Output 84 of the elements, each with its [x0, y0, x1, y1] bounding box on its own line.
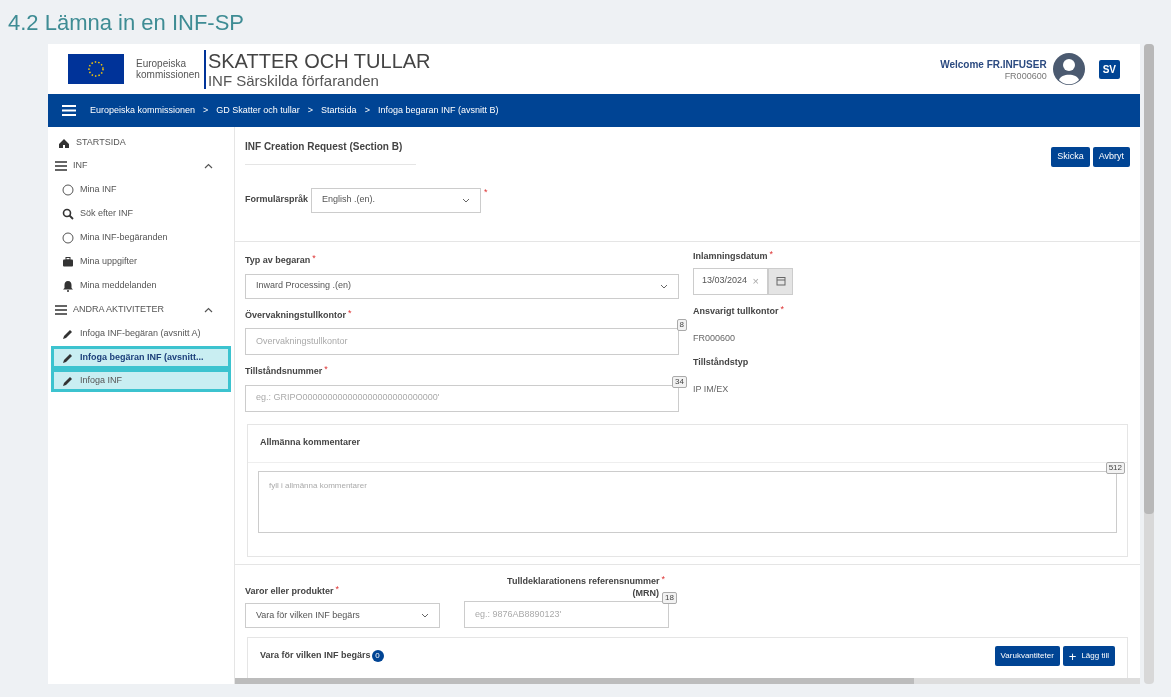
sidebar-item[interactable]: Sök efter INF — [54, 205, 228, 222]
breadcrumb-link[interactable]: Infoga begaran INF (avsnitt B) — [377, 103, 499, 118]
action-button[interactable]: + Lägg till — [1062, 646, 1115, 666]
card-title: Vara för vilken INF begärs — [260, 649, 371, 662]
sidebar-item[interactable]: Mina meddelanden — [54, 277, 228, 294]
character-counter: 34 — [672, 375, 687, 388]
menu-icon — [55, 303, 67, 316]
chevron-icon — [660, 283, 668, 289]
dropdown[interactable]: Vara för vilken INF begärs — [245, 603, 440, 628]
field-label: Övervakningstullkontor — [245, 308, 347, 322]
search-icon — [62, 207, 74, 220]
character-counter: 512 — [1105, 461, 1125, 474]
date-field[interactable]: 13/03/2024 × — [693, 267, 768, 295]
field-label: Typ av begaran — [245, 254, 311, 267]
field-value: FR000600 — [693, 332, 737, 345]
menu-icon — [55, 159, 67, 172]
action-button[interactable]: Varukvantiteter — [994, 646, 1060, 666]
scrollbar-thumb[interactable] — [1144, 44, 1154, 514]
required-mark: * — [348, 308, 352, 318]
breadcrumb-separator: > — [364, 103, 370, 117]
sidebar-item[interactable]: Mina INF-begäranden — [54, 229, 228, 246]
field-label: (MRN) — [632, 588, 659, 598]
required-mark: * — [769, 250, 774, 259]
action-button[interactable]: Skicka — [1051, 147, 1090, 167]
logo-text: Europeiska — [136, 58, 187, 69]
field-label: Tillståndstyp — [693, 355, 749, 369]
required-mark: * — [780, 304, 785, 314]
avatar-icon[interactable] — [1052, 53, 1085, 85]
circle-icon — [62, 183, 74, 196]
required-mark: * — [335, 584, 340, 594]
required-mark: * — [312, 254, 316, 263]
chevron-icon — [421, 613, 429, 618]
pencil-icon — [62, 327, 74, 340]
circle-icon — [62, 231, 74, 244]
required-mark: * — [484, 186, 488, 199]
bell-icon — [62, 279, 74, 292]
calendar-icon — [775, 276, 786, 286]
field-label: Formulärspråk — [245, 193, 309, 207]
breadcrumb-separator: > — [307, 103, 314, 117]
sidebar-item[interactable]: Infoga begäran INF (avsnitt... — [54, 349, 228, 366]
sidebar-item[interactable]: Infoga INF — [54, 372, 228, 389]
welcome-text: Welcome FR.INFUSER — [940, 58, 1047, 72]
field-label: Tulldeklarationens referensnummer — [507, 574, 660, 588]
field-label: Tillståndsnummer — [245, 365, 323, 378]
language-button[interactable]: SV — [1098, 59, 1120, 79]
caret-icon[interactable] — [204, 162, 213, 169]
breadcrumb-link[interactable]: Europeiska kommissionen — [90, 103, 196, 118]
dropdown[interactable]: English .(en). — [311, 187, 482, 213]
chevron-icon — [462, 197, 471, 203]
site-title: SKATTER OCH TULLAR — [207, 49, 431, 72]
user-id: FR000600 — [1004, 72, 1047, 81]
briefcase-icon — [62, 255, 74, 268]
form-heading: INF Creation Request (Section B) — [245, 139, 417, 165]
pencil-icon — [62, 351, 74, 364]
sidebar-item[interactable]: STARTSIDA — [54, 134, 228, 151]
field-label: Ansvarigt tullkontor — [693, 304, 779, 318]
scrollbar-thumb[interactable] — [235, 678, 914, 684]
field-value: IP IM/EX — [693, 383, 730, 396]
field-label: Inlamningsdatum — [693, 250, 768, 263]
site-subtitle: INF Särskilda förfaranden — [207, 71, 380, 89]
caret-icon[interactable] — [204, 306, 213, 313]
count-badge: 0 — [371, 649, 384, 662]
logo-icon — [68, 54, 124, 84]
logo-text: kommissionen — [136, 69, 200, 80]
field-label: Varor eller produkter — [245, 584, 334, 598]
breadcrumb-link[interactable]: Startsida — [321, 103, 357, 118]
sidebar-item[interactable]: Infoga INF-begäran (avsnitt A) — [54, 325, 228, 342]
action-button[interactable]: Avbryt — [1092, 147, 1130, 167]
home-icon — [58, 136, 70, 149]
page-title: 4.2 Lämna in en INF-SP — [8, 8, 244, 37]
breadcrumb-separator: > — [203, 103, 209, 117]
card-title: Allmänna kommentarer — [248, 424, 1127, 463]
sidebar-item[interactable]: Mina uppgifter — [54, 253, 228, 270]
character-counter: 8 — [676, 319, 687, 331]
menu-icon[interactable] — [62, 105, 76, 116]
sidebar-item[interactable]: Mina INF — [54, 181, 228, 198]
pencil-icon — [62, 374, 74, 387]
dropdown[interactable]: Inward Processing .(en) — [245, 273, 679, 299]
required-mark: * — [324, 365, 328, 374]
sidebar-group-header[interactable]: INF — [48, 154, 234, 177]
character-counter: 18 — [662, 592, 677, 604]
required-mark: * — [661, 574, 665, 584]
sidebar-group-header[interactable]: ANDRA AKTIVITETER — [48, 298, 234, 321]
breadcrumb-link[interactable]: GD Skatter och tullar — [216, 103, 300, 118]
